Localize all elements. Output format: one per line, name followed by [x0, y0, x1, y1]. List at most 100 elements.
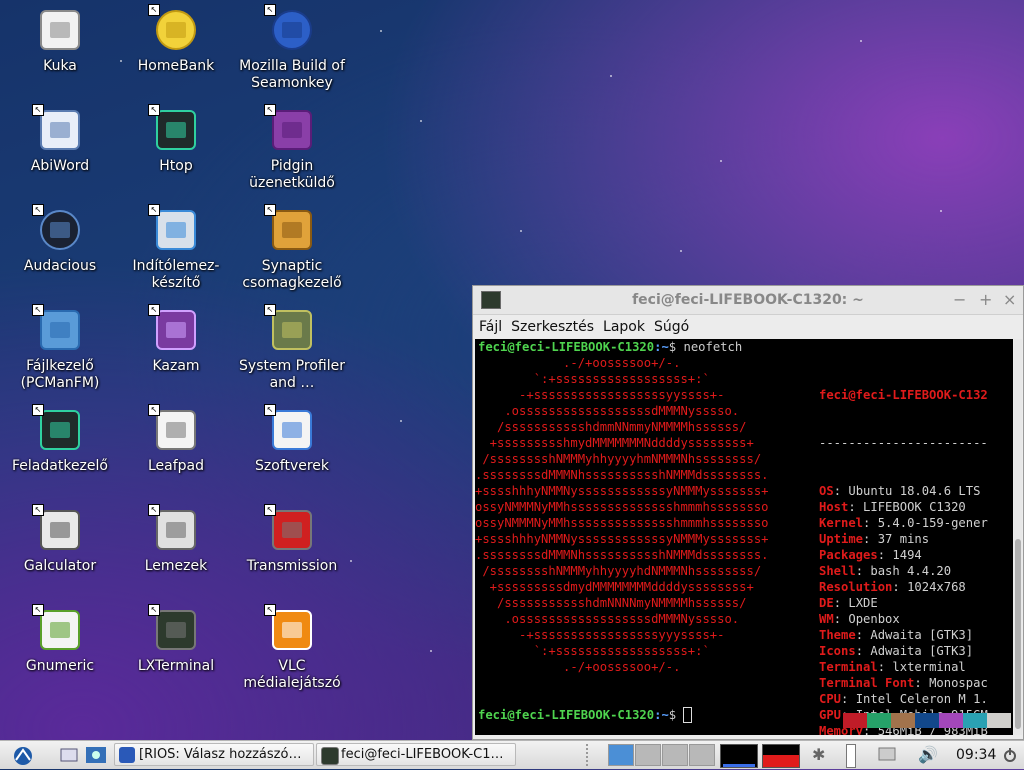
- info-separator: -----------------------: [819, 436, 988, 450]
- ubuntu-ascii-logo: .-/+oossssoo+/-. `:+ssssssssssssssssss+:…: [475, 355, 769, 675]
- info-value: Monospac: [929, 676, 988, 690]
- info-value: bash 4.4.20: [870, 564, 952, 578]
- info-key: Shell: [819, 564, 856, 578]
- terminal-window[interactable]: feci@feci-LIFEBOOK-C1320: ~ − + × Fájl Sz…: [472, 285, 1024, 740]
- folder-icon: ↖: [32, 304, 82, 352]
- desktop-icon-htop[interactable]: ↖ Htop: [118, 104, 234, 175]
- close-icon[interactable]: ×: [1003, 290, 1016, 309]
- info-value: Adwaita [GTK3]: [870, 628, 974, 642]
- desktop-icon-kuka[interactable]: Kuka: [2, 8, 118, 75]
- desktop-icon-vlc[interactable]: ↖ VLC médialejátszó: [234, 604, 350, 692]
- desktop-icon-pcmanfm[interactable]: ↖ Fájlkezelő (PCManFM): [2, 304, 118, 392]
- desktop-pager-1[interactable]: [608, 744, 634, 766]
- battery-icon[interactable]: [846, 744, 856, 768]
- transmission-icon: ↖: [264, 504, 314, 552]
- logo-line: -+sssssssssssssssssyyyssss+-: [475, 628, 725, 642]
- window-titlebar[interactable]: feci@feci-LIFEBOOK-C1320: ~ − + ×: [473, 286, 1023, 315]
- desktop-icon-seamonkey[interactable]: ↖ Mozilla Build of Seamonkey: [234, 4, 350, 92]
- desktop-pager-3[interactable]: [662, 744, 688, 766]
- menu-tabs[interactable]: Lapok: [603, 319, 645, 335]
- desktop-icon-taskmanager[interactable]: ↖ Feladatkezelő: [2, 404, 118, 475]
- info-key: Terminal Font: [819, 676, 915, 690]
- info-key: OS: [819, 484, 834, 498]
- task-label: [RIOS: Válasz hozzászó…: [139, 747, 302, 762]
- menu-help[interactable]: Súgó: [654, 319, 689, 335]
- htop-icon: ↖: [148, 104, 198, 152]
- desktop-icon-label: Gnumeric: [25, 658, 95, 674]
- gnumeric-icon: ↖: [32, 604, 82, 652]
- task-browser[interactable]: [RIOS: Válasz hozzászó…: [114, 743, 314, 766]
- desktop-icon-galculator[interactable]: ↖ Galculator: [2, 504, 118, 575]
- desktop-icon-label: Transmission: [246, 558, 338, 574]
- desktop-icon-audacious[interactable]: ↖ Audacious: [2, 204, 118, 275]
- desktop-icon-lemezek[interactable]: ↖ Lemezek: [118, 504, 234, 575]
- shortcut-arrow-icon: ↖: [148, 504, 160, 516]
- maximize-icon[interactable]: +: [979, 290, 992, 309]
- info-header: feci@feci-LIFEBOOK-C132: [819, 388, 988, 402]
- desktop-icon-usb-creator[interactable]: ↖ Indítólemez-készítő: [118, 204, 234, 292]
- network-icon[interactable]: [876, 744, 898, 766]
- logo-line: -+ssssssssssssssssssyyssss+-: [475, 388, 725, 402]
- info-row: Packages: 1494: [819, 548, 922, 562]
- task-terminal[interactable]: feci@feci-LIFEBOOK-C1…: [316, 743, 516, 766]
- menu-edit[interactable]: Szerkesztés: [511, 319, 594, 335]
- shortcut-arrow-icon: ↖: [32, 304, 44, 316]
- desktop-icon-gnumeric[interactable]: ↖ Gnumeric: [2, 604, 118, 675]
- show-desktop-icon[interactable]: [58, 744, 80, 766]
- info-value: 37 mins: [877, 532, 930, 546]
- color-swatch: [939, 713, 963, 728]
- desktop-icon-label: Kazam: [152, 358, 200, 374]
- desktop-icon-hardinfo[interactable]: ↖ System Profiler and …: [234, 304, 350, 392]
- shortcut-arrow-icon: ↖: [148, 204, 160, 216]
- logo-line: .ssssssssdMMMNhsssssssssshNMMMdssssssss.: [475, 468, 769, 482]
- task-label: feci@feci-LIFEBOOK-C1…: [341, 747, 504, 762]
- homebank-icon: ↖: [148, 4, 198, 52]
- clock[interactable]: 09:34: [956, 744, 996, 766]
- info-key: Kernel: [819, 516, 864, 530]
- desktop-icon-lxterminal[interactable]: ↖ LXTerminal: [118, 604, 234, 675]
- bluetooth-icon[interactable]: ✱: [812, 744, 826, 766]
- scrollbar[interactable]: [1014, 339, 1022, 735]
- menu-file[interactable]: Fájl: [479, 319, 502, 335]
- logo-line: +sssshhhyNMMNyssssssssssssyNMMMysssssss+: [475, 484, 769, 498]
- desktop-pager-4[interactable]: [689, 744, 715, 766]
- desktop-icon-abiword[interactable]: ↖ AbiWord: [2, 104, 118, 175]
- info-key: Icons: [819, 644, 856, 658]
- desktop-icon-label: Feladatkezelő: [12, 458, 108, 474]
- minimize-icon[interactable]: −: [953, 290, 966, 309]
- prompt-line: feci@feci-LIFEBOOK-C1320:~$: [478, 707, 693, 723]
- info-key: CPU: [819, 692, 842, 706]
- seamonkey-icon: ↖: [264, 4, 314, 52]
- desktop-icon-homebank[interactable]: ↖ HomeBank: [118, 4, 234, 75]
- start-menu-icon[interactable]: [10, 744, 36, 766]
- desktop-pager-2[interactable]: [635, 744, 661, 766]
- logo-line: /sssssssshNMMMyhhyyyyhmNMMMNhssssssss/: [475, 452, 762, 466]
- desktop-icon-kazam[interactable]: ↖ Kazam: [118, 304, 234, 375]
- color-swatch: [867, 713, 891, 728]
- shortcut-arrow-icon: ↖: [32, 204, 44, 216]
- desktop-icon-pidgin[interactable]: ↖ Pidgin üzenetküldő: [234, 104, 350, 192]
- shortcut-arrow-icon: ↖: [148, 4, 160, 16]
- info-row: DE: LXDE: [819, 596, 878, 610]
- shortcut-arrow-icon: ↖: [32, 604, 44, 616]
- desktop-icon-label: System Profiler and …: [239, 358, 345, 391]
- desktop-icon-transmission[interactable]: ↖ Transmission: [234, 504, 350, 575]
- info-row: Theme: Adwaita [GTK3]: [819, 628, 974, 642]
- audacious-icon: ↖: [32, 204, 82, 252]
- desktop-icon-label: Fájlkezelő (PCManFM): [20, 358, 100, 391]
- info-key: Theme: [819, 628, 856, 642]
- desktop-icon-synaptic[interactable]: ↖ Synaptic csomagkezelő: [234, 204, 350, 292]
- info-key: WM: [819, 612, 834, 626]
- info-row: Icons: Adwaita [GTK3]: [819, 644, 974, 658]
- logo-line: .-/+oossssoo+/-.: [475, 356, 681, 370]
- shortcut-arrow-icon: ↖: [264, 4, 276, 16]
- volume-icon[interactable]: 🔊: [918, 744, 940, 766]
- desktop-icon-software[interactable]: ↖ Szoftverek: [234, 404, 350, 475]
- logout-icon[interactable]: [1003, 744, 1017, 766]
- info-value: Ubuntu 18.04.6 LTS: [848, 484, 981, 498]
- desktop-icon-leafpad[interactable]: ↖ Leafpad: [118, 404, 234, 475]
- terminal-output[interactable]: feci@feci-LIFEBOOK-C1320:~$ neofetch .-/…: [475, 339, 1013, 735]
- file-manager-launch-icon[interactable]: [84, 744, 108, 766]
- desktop-icon-label: Lemezek: [144, 558, 208, 574]
- color-swatch: [891, 713, 915, 728]
